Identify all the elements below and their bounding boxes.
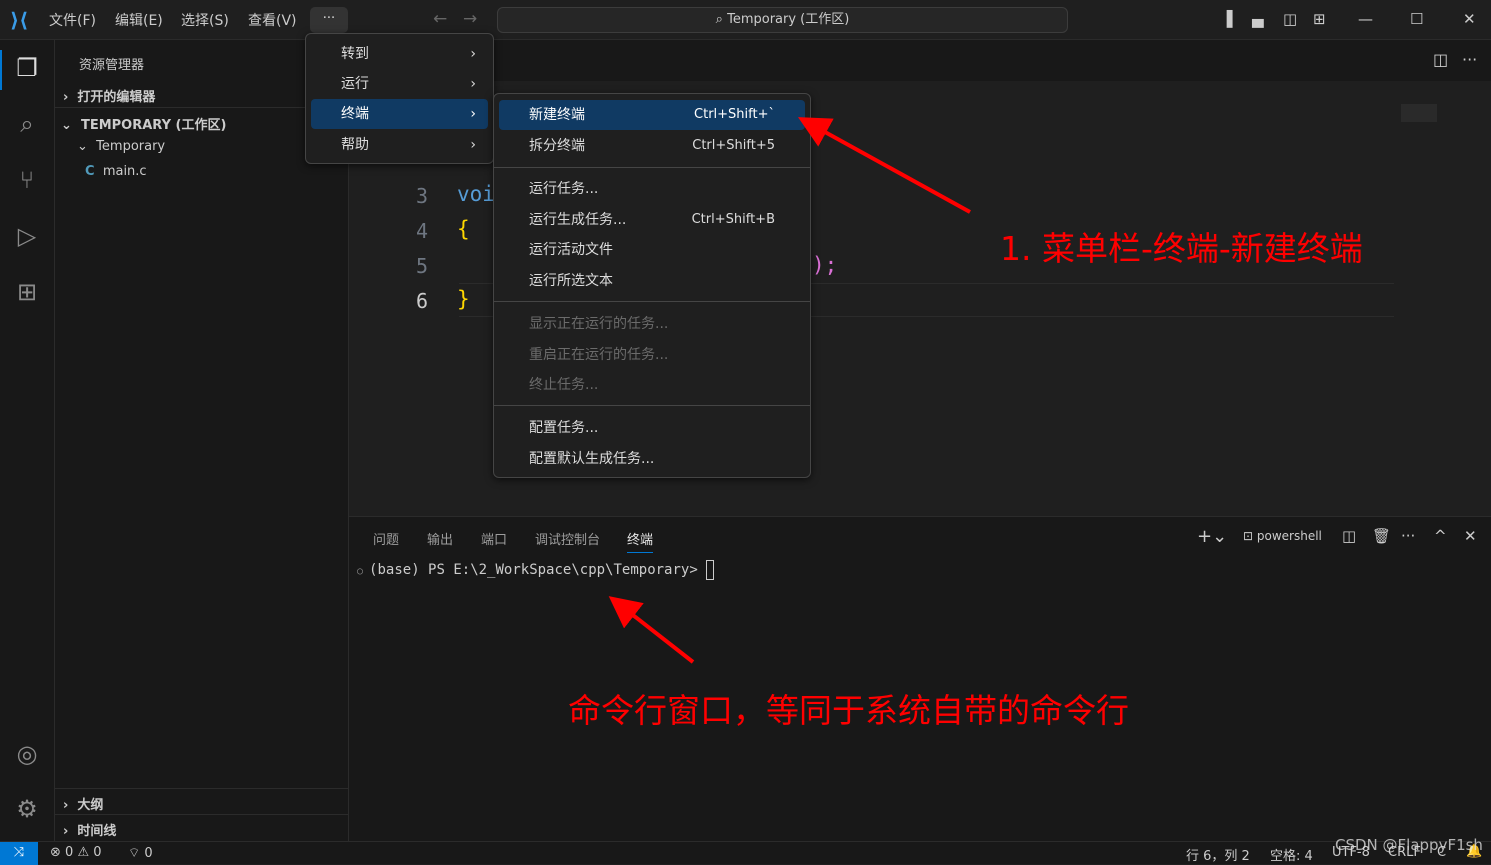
annotation-arrow-2 [608, 596, 695, 664]
annotation-command-line: 命令行窗口，等同于系统自带的命令行 [568, 691, 1129, 730]
annotation-arrows [608, 117, 971, 664]
annotation-arrow-1 [797, 117, 971, 214]
annotation-new-terminal: 1. 菜单栏-终端-新建终端 [1000, 229, 1363, 268]
